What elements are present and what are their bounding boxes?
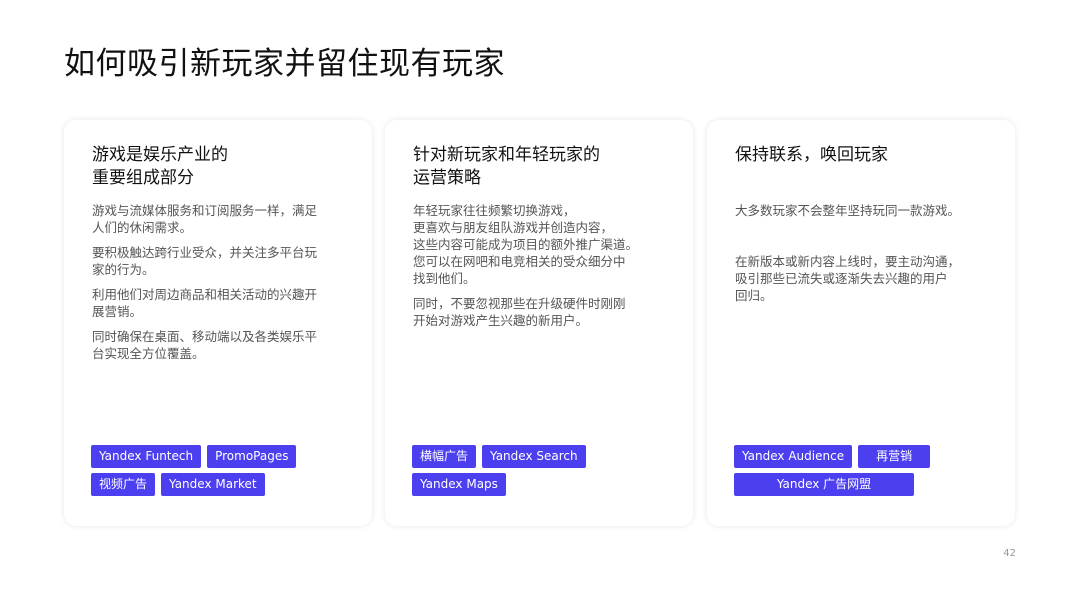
page-number: 42 (1003, 548, 1016, 559)
text-line: 要积极触达跨行业受众，并关注多平台玩 (92, 245, 318, 260)
text-line: 游戏与流媒体服务和订阅服务一样，满足 (92, 203, 318, 218)
tag-list: Yandex Audience 再营销 Yandex 广告网盟 (734, 445, 1004, 496)
card-heading-line: 保持联系，唤回玩家 (735, 145, 888, 165)
card-heading-line: 针对新玩家和年轻玩家的 (413, 145, 600, 165)
tag-banner-ads[interactable]: 横幅广告 (412, 445, 477, 468)
card-heading: 保持联系，唤回玩家 (735, 144, 995, 167)
card-paragraph: 同时确保在桌面、移动端以及各类娱乐平 台实现全方位覆盖。 (92, 328, 354, 362)
card-heading: 针对新玩家和年轻玩家的 运营策略 (413, 144, 673, 190)
text-line: 您可以在网吧和电竞相关的受众细分中 (413, 254, 626, 269)
card-paragraph: 要积极触达跨行业受众，并关注多平台玩 家的行为。 (92, 244, 354, 278)
text-line: 利用他们对周边商品和相关活动的兴趣开 (92, 287, 318, 302)
tag-yandex-maps[interactable]: Yandex Maps (412, 473, 506, 496)
text-line: 同时，不要忽视那些在升级硬件时刚刚 (413, 296, 626, 311)
card-body: 游戏与流媒体服务和订阅服务一样，满足 人们的休闲需求。 要积极触达跨行业受众，并… (92, 202, 354, 370)
card-paragraph: 利用他们对周边商品和相关活动的兴趣开 展营销。 (92, 286, 354, 320)
text-line: 开始对游戏产生兴趣的新用户。 (413, 313, 589, 328)
text-line: 年轻玩家往往频繁切换游戏， (413, 203, 576, 218)
text-line: 回归。 (735, 288, 773, 303)
card-new-young-players: 针对新玩家和年轻玩家的 运营策略 年轻玩家往往频繁切换游戏， 更喜欢与朋友组队游… (385, 120, 693, 526)
text-line: 这些内容可能成为项目的额外推广渠道。 (413, 237, 639, 252)
card-heading-line: 运营策略 (413, 168, 481, 188)
text-line: 吸引那些已流失或逐渐失去兴趣的用户 (735, 271, 948, 286)
text-line: 找到他们。 (413, 271, 476, 286)
card-body: 大多数玩家不会整年坚持玩同一款游戏。 在新版本或新内容上线时，要主动沟通， 吸引… (735, 202, 997, 312)
text-line: 在新版本或新内容上线时，要主动沟通， (735, 254, 961, 269)
card-stay-connected: 保持联系，唤回玩家 大多数玩家不会整年坚持玩同一款游戏。 在新版本或新内容上线时… (707, 120, 1015, 526)
tag-yandex-ad-network[interactable]: Yandex 广告网盟 (734, 473, 914, 496)
tag-promopages[interactable]: PromoPages (207, 445, 297, 468)
text-line: 人们的休闲需求。 (92, 220, 193, 235)
card-body: 年轻玩家往往频繁切换游戏， 更喜欢与朋友组队游戏并创造内容， 这些内容可能成为项… (413, 202, 675, 337)
text-line: 大多数玩家不会整年坚持玩同一款游戏。 (735, 203, 961, 218)
text-line: 台实现全方位覆盖。 (92, 346, 205, 361)
tag-yandex-audience[interactable]: Yandex Audience (734, 445, 853, 468)
tag-video-ads[interactable]: 视频广告 (91, 473, 156, 496)
card-heading: 游戏是娱乐产业的 重要组成部分 (92, 144, 352, 190)
tag-list: 横幅广告 Yandex Search Yandex Maps (412, 445, 682, 496)
text-line: 家的行为。 (92, 262, 155, 277)
text-line: 同时确保在桌面、移动端以及各类娱乐平 (92, 329, 318, 344)
card-paragraph: 游戏与流媒体服务和订阅服务一样，满足 人们的休闲需求。 (92, 202, 354, 236)
card-heading-line: 游戏是娱乐产业的 (92, 145, 228, 165)
card-entertainment: 游戏是娱乐产业的 重要组成部分 游戏与流媒体服务和订阅服务一样，满足 人们的休闲… (64, 120, 372, 526)
card-paragraph: 年轻玩家往往频繁切换游戏， 更喜欢与朋友组队游戏并创造内容， 这些内容可能成为项… (413, 202, 675, 287)
card-paragraph: 大多数玩家不会整年坚持玩同一款游戏。 (735, 202, 997, 219)
tag-yandex-search[interactable]: Yandex Search (482, 445, 586, 468)
text-line: 展营销。 (92, 304, 143, 319)
card-paragraph: 在新版本或新内容上线时，要主动沟通， 吸引那些已流失或逐渐失去兴趣的用户 回归。 (735, 253, 997, 304)
tag-list: Yandex Funtech PromoPages 视频广告 Yandex Ma… (91, 445, 361, 496)
tag-remarketing[interactable]: 再营销 (858, 445, 931, 468)
slide-title: 如何吸引新玩家并留住现有玩家 (64, 46, 505, 82)
card-heading-line: 重要组成部分 (92, 168, 194, 188)
text-line: 更喜欢与朋友组队游戏并创造内容， (413, 220, 614, 235)
card-paragraph: 同时，不要忽视那些在升级硬件时刚刚 开始对游戏产生兴趣的新用户。 (413, 295, 675, 329)
tag-yandex-market[interactable]: Yandex Market (161, 473, 265, 496)
tag-yandex-funtech[interactable]: Yandex Funtech (91, 445, 202, 468)
